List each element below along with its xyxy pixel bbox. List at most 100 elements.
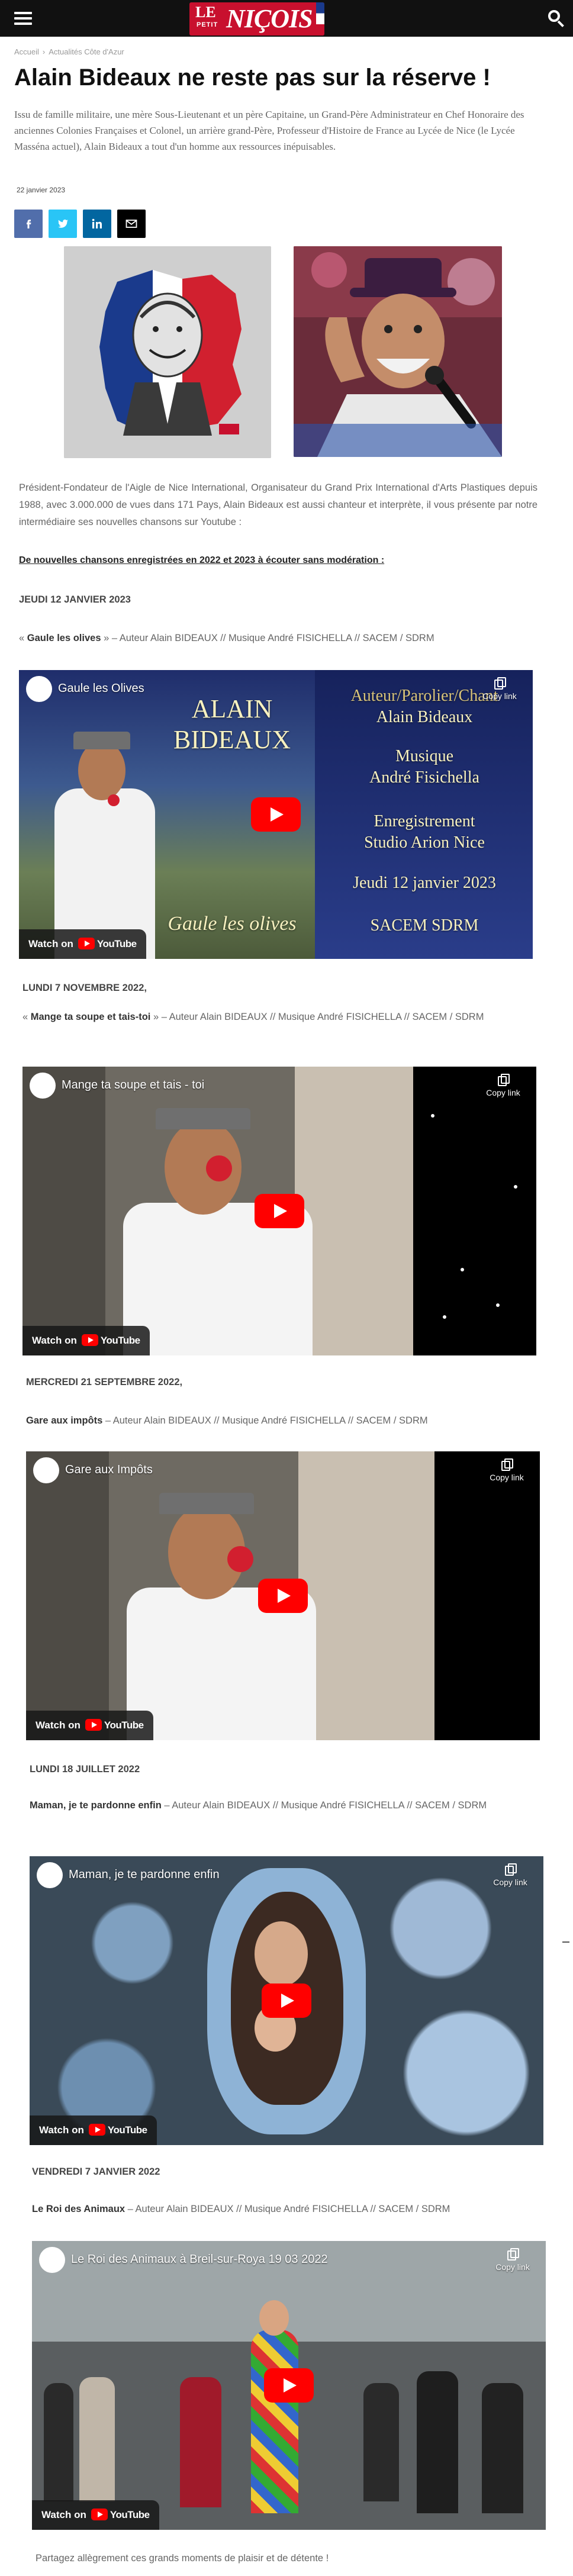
site-logo[interactable]: LE PETIT NIÇOIS [189, 2, 324, 36]
dark-panel [434, 1451, 540, 1740]
hamburger-menu-icon[interactable] [14, 12, 32, 25]
song-3-credits: – Auteur Alain BIDEAUX // Musique André … [102, 1415, 428, 1426]
song-1-youtube-embed[interactable]: ALAIN BIDEAUX Gaule les olives Auteur/Pa… [19, 670, 533, 959]
watch-on-label: Watch on [36, 1720, 81, 1731]
youtube-logo-icon [91, 2509, 108, 2520]
song-5-line: Le Roi des Animaux – Auteur Alain BIDEAU… [32, 2201, 545, 2218]
share-facebook-button[interactable] [14, 210, 43, 238]
song-1-video-title[interactable]: Gaule les Olives [58, 682, 144, 695]
song-1-credits: – Auteur Alain BIDEAUX // Musique André … [109, 633, 434, 643]
poster-credit-6: Studio Arion Nice [364, 833, 485, 852]
song-3-play-button[interactable] [258, 1579, 308, 1613]
twitter-icon [58, 219, 68, 228]
microphone [108, 794, 120, 806]
facebook-icon [27, 220, 31, 228]
song-3-youtube-embed[interactable]: Gare aux Impôts Copy link Watch on YouTub… [26, 1451, 540, 1740]
watch-on-label: Watch on [41, 2509, 86, 2520]
microphone [206, 1155, 232, 1181]
building-facade [295, 1067, 413, 1355]
song-2-quote-open: « [22, 1012, 31, 1022]
channel-avatar[interactable] [30, 1073, 56, 1099]
crowd-person [417, 2371, 458, 2513]
copy-icon [501, 1458, 513, 1471]
channel-avatar[interactable] [37, 1862, 63, 1888]
song-2-youtube-embed[interactable]: Mange ta soupe et tais - toi Copy link W… [22, 1067, 536, 1355]
song-4-play-button[interactable] [262, 1983, 311, 2018]
copy-icon [494, 677, 506, 690]
crowd-person [79, 2377, 115, 2501]
song-3-copy-link-button[interactable]: Copy link [482, 1458, 532, 1482]
watch-on-label: Watch on [28, 938, 73, 949]
france-flag-portrait-image [64, 246, 271, 458]
youtube-label: YouTube [110, 2509, 150, 2520]
song-1-play-button[interactable] [251, 797, 301, 832]
search-icon[interactable] [546, 8, 566, 28]
sparkle [514, 1185, 517, 1189]
breadcrumb-home[interactable]: Accueil [14, 47, 39, 56]
song-4-video-title[interactable]: Maman, je te pardonne enfin [69, 1868, 220, 1882]
song-1-watch-on-youtube[interactable]: Watch on YouTube [19, 929, 146, 959]
poster-artist-name: ALAIN BIDEAUX [173, 694, 291, 754]
channel-avatar[interactable] [26, 676, 52, 702]
logo-le: LE [195, 4, 216, 21]
song-5-watch-on-youtube[interactable]: Watch on YouTube [32, 2500, 159, 2530]
song-5-play-button[interactable] [264, 2368, 314, 2403]
harlequin-costume-singer [251, 2330, 298, 2513]
site-header: LE PETIT NIÇOIS [0, 0, 573, 37]
song-3-watch-on-youtube[interactable]: Watch on YouTube [26, 1711, 153, 1740]
singer-with-mic-image [294, 246, 502, 457]
share-email-button[interactable] [117, 210, 146, 238]
song-2-watch-on-youtube[interactable]: Watch on YouTube [22, 1326, 150, 1355]
breadcrumb-category[interactable]: Actualités Côte d'Azur [49, 47, 124, 56]
song-4-youtube-embed[interactable]: Maman, je te pardonne enfin Copy link Wa… [30, 1856, 543, 2145]
crowd-person [180, 2377, 221, 2507]
singer-face [259, 2300, 289, 2336]
song-1-quote-close: » [101, 633, 110, 643]
copy-link-label: Copy link [482, 691, 517, 701]
song-4-watch-on-youtube[interactable]: Watch on YouTube [30, 2115, 157, 2145]
song-3-video-title[interactable]: Gare aux Impôts [65, 1463, 153, 1477]
logo-flag-stripe [316, 2, 324, 36]
youtube-label: YouTube [107, 2124, 147, 2136]
channel-avatar[interactable] [33, 1457, 59, 1483]
stone-wall [26, 1451, 109, 1740]
sparkle-panel [413, 1067, 536, 1355]
song-2-line: « Mange ta soupe et tais-toi » – Auteur … [22, 1009, 541, 1026]
channel-avatar[interactable] [39, 2247, 65, 2273]
song-2-title: Mange ta soupe et tais-toi [30, 1012, 151, 1022]
microphone [227, 1546, 253, 1572]
watch-on-label: Watch on [39, 2124, 84, 2136]
copy-icon [498, 1074, 510, 1086]
singer-hat [159, 1493, 254, 1514]
song-5-video-title[interactable]: Le Roi des Animaux à Breil-sur-Roya 19 0… [71, 2253, 328, 2266]
poster-credit-5: Enregistrement [374, 812, 475, 830]
song-1-line: « Gaule les olives » – Auteur Alain BIDE… [19, 630, 540, 647]
song-4-date: LUNDI 18 JUILLET 2022 [30, 1764, 140, 1775]
song-2-play-button[interactable] [255, 1194, 304, 1228]
article-closing: Partagez allègrement ces grands moments … [36, 2553, 329, 2564]
song-5-copy-link-button[interactable]: Copy link [488, 2248, 537, 2272]
crowd-person [44, 2383, 73, 2501]
logo-petit: PETIT [197, 21, 218, 28]
song-1-copy-link-button[interactable]: Copy link [475, 677, 524, 701]
song-5-youtube-embed[interactable]: Le Roi des Animaux à Breil-sur-Roya 19 0… [32, 2241, 546, 2530]
logo-nicois: NIÇOIS [226, 4, 313, 33]
share-linkedin-button[interactable] [83, 210, 111, 238]
youtube-label: YouTube [100, 1335, 140, 1346]
song-5-date: VENDREDI 7 JANVIER 2022 [32, 2166, 160, 2177]
song-1-title: Gaule les olives [27, 633, 101, 643]
poster-credit-2: Alain Bideaux [376, 708, 473, 726]
song-2-video-title[interactable]: Mange ta soupe et tais - toi [62, 1078, 204, 1092]
song-2-credits: – Auteur Alain BIDEAUX // Musique André … [159, 1012, 484, 1022]
share-twitter-button[interactable] [49, 210, 77, 238]
youtube-logo-icon [85, 1719, 102, 1731]
song-2-copy-link-button[interactable]: Copy link [478, 1074, 528, 1097]
breadcrumb-separator: › [42, 47, 46, 56]
singer-hat [156, 1108, 250, 1129]
song-4-copy-link-button[interactable]: Copy link [485, 1863, 535, 1887]
building-facade [298, 1451, 434, 1740]
madonna-face [255, 1921, 308, 1986]
poster-credit-4: André Fisichella [369, 768, 479, 787]
stone-wall [22, 1067, 105, 1355]
copy-icon [505, 1863, 517, 1876]
